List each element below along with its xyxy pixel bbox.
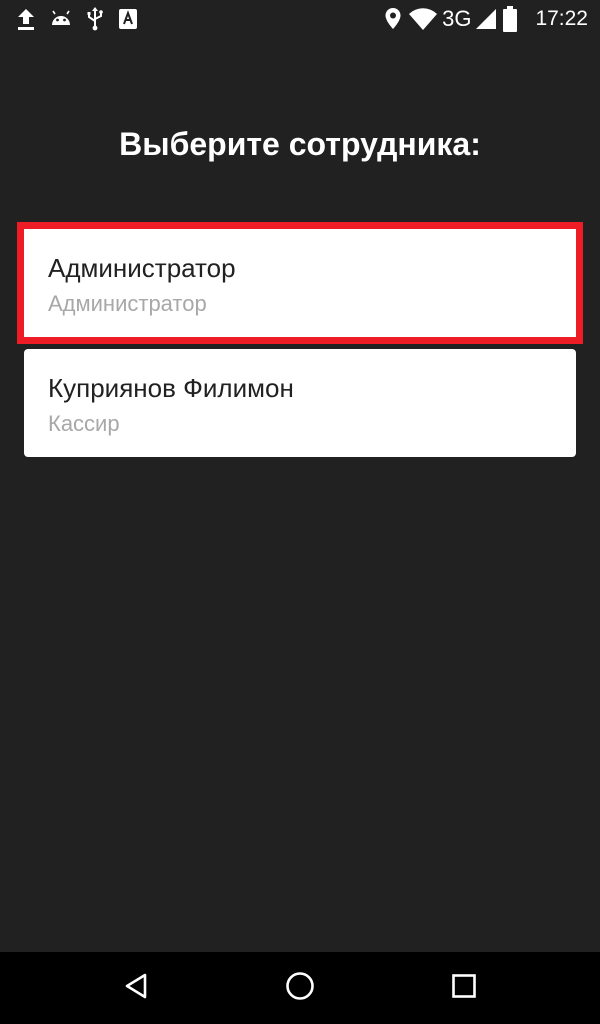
usb-icon bbox=[86, 7, 104, 31]
back-button[interactable] bbox=[96, 952, 176, 1024]
clock: 17:22 bbox=[535, 7, 588, 30]
employee-name: Куприянов Филимон bbox=[48, 373, 294, 403]
network-type-label: 3G bbox=[442, 6, 472, 31]
wifi-icon bbox=[408, 7, 438, 31]
notification-icons bbox=[16, 6, 138, 32]
system-status-icons: 3G 17:22 bbox=[384, 5, 588, 33]
employee-card-kupriyanov[interactable]: Куприянов Филимон Кассир bbox=[24, 349, 576, 457]
status-bar: 3G 17:22 bbox=[0, 0, 600, 36]
employee-name: Администратор bbox=[48, 253, 236, 283]
keyboard-a-icon bbox=[118, 8, 138, 30]
recents-icon bbox=[451, 973, 477, 1004]
location-icon bbox=[384, 7, 402, 31]
page-title: Выберите сотрудника: bbox=[119, 126, 481, 162]
back-icon bbox=[122, 972, 150, 1005]
employee-card-administrator[interactable]: Администратор Администратор bbox=[17, 222, 583, 344]
cell-signal-icon bbox=[475, 7, 497, 31]
employee-list: Администратор Администратор Куприянов Фи… bbox=[17, 222, 583, 469]
navigation-bar bbox=[0, 952, 600, 1024]
employee-role: Кассир bbox=[48, 411, 120, 436]
home-button[interactable] bbox=[260, 952, 340, 1024]
android-icon bbox=[50, 8, 72, 30]
recents-button[interactable] bbox=[424, 952, 504, 1024]
battery-icon bbox=[503, 6, 518, 32]
employee-role: Администратор bbox=[48, 291, 207, 316]
home-icon bbox=[285, 971, 315, 1006]
upload-icon bbox=[16, 7, 36, 31]
